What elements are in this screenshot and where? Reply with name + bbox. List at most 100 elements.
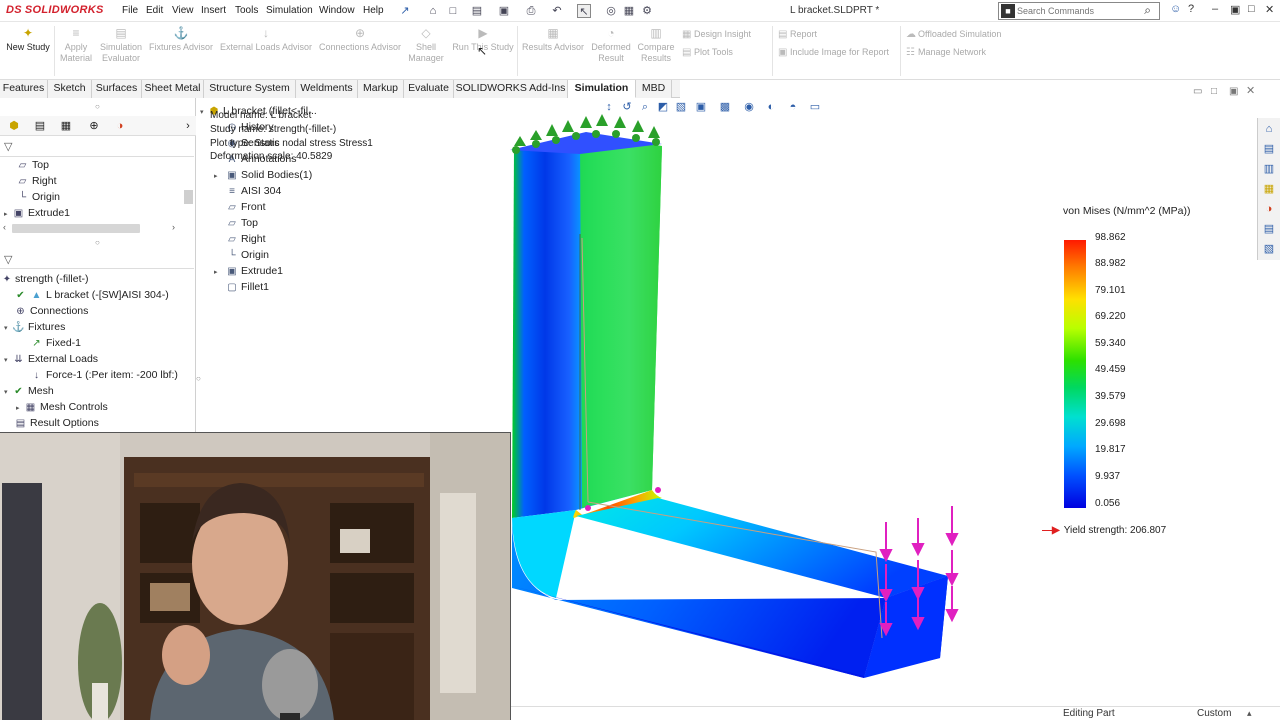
compare-results-button[interactable]: ▥ Compare Results [636, 26, 676, 64]
plot-tools-button[interactable]: ▤ Plot Tools [682, 47, 733, 58]
chevron-right-icon[interactable]: › [180, 119, 196, 133]
design-library-icon[interactable]: ▤ [1262, 142, 1276, 156]
expand-arrow-icon[interactable]: ▸ [214, 265, 226, 281]
flyout-tree-origin[interactable]: └ Origin [226, 247, 269, 263]
tree-item-top[interactable]: ▱ Top [16, 157, 49, 173]
feature-manager-tab-icon[interactable]: ⬢ [6, 119, 22, 133]
splitter-handle[interactable]: ○ [95, 102, 100, 111]
restore-icon[interactable]: ▣ [1230, 3, 1240, 16]
maximize-icon[interactable]: □ [1248, 3, 1255, 15]
dimxpert-tab-icon[interactable]: ⊕ [86, 119, 102, 133]
tree-item-force-1[interactable]: ↓ Force-1 (:Per item: -200 lbf:) [30, 367, 178, 383]
view-orientation-icon[interactable]: ▣ [694, 100, 708, 114]
new-study-button[interactable]: ✦ New Study [4, 26, 52, 53]
configuration-manager-tab-icon[interactable]: ▦ [58, 119, 74, 133]
tab-evaluate[interactable]: Evaluate [404, 80, 454, 98]
flyout-tree-material[interactable]: ≡ AISI 304 [226, 183, 281, 199]
tree-item-result-options[interactable]: ▤ Result Options [14, 415, 99, 431]
horizontal-scrollbar[interactable] [12, 224, 140, 233]
zoom-to-fit-icon[interactable]: ↕ [602, 100, 616, 114]
tree-item-connections[interactable]: ⊕ Connections [14, 303, 88, 319]
filter-icon[interactable]: ▽ [4, 253, 12, 266]
tree-item-origin[interactable]: └ Origin [16, 189, 60, 205]
menu-window[interactable]: Window [319, 5, 355, 16]
tab-markup[interactable]: Markup [358, 80, 404, 98]
pin-icon[interactable]: ↗ [398, 4, 412, 18]
file-explorer-icon[interactable]: ▥ [1262, 162, 1276, 176]
previous-view-icon[interactable]: ↺ [620, 100, 634, 114]
collapse-arrow-icon[interactable]: ▾ [4, 385, 12, 401]
tab-simulation[interactable]: Simulation [568, 80, 636, 98]
offloaded-simulation-button[interactable]: ☁ Offloaded Simulation [906, 29, 1001, 40]
tab-structure-system[interactable]: Structure System [204, 80, 296, 98]
viewport-close-icon[interactable]: ✕ [1246, 84, 1255, 97]
edit-appearance-icon[interactable]: ◐ [764, 100, 778, 114]
tab-surfaces[interactable]: Surfaces [92, 80, 142, 98]
collapse-arrow-icon[interactable]: ▾ [4, 353, 12, 369]
hide-show-icon[interactable]: ◉ [742, 100, 756, 114]
splitter-handle[interactable]: ○ [95, 238, 100, 247]
search-icon[interactable]: ⌕ [1144, 3, 1151, 18]
flyout-tree-right[interactable]: ▱ Right [226, 231, 265, 247]
user-icon[interactable]: ☺ [1170, 3, 1181, 15]
zoom-area-icon[interactable]: ⌕ [638, 100, 652, 114]
print-icon[interactable]: ⎙ [524, 4, 538, 18]
tab-mbd[interactable]: MBD [636, 80, 672, 98]
undo-icon[interactable]: ↶ [550, 4, 564, 18]
apply-scene-icon[interactable]: ◓ [786, 100, 800, 114]
tree-item-study[interactable]: ✦ strength (-fillet-) [2, 271, 89, 287]
menu-tools[interactable]: Tools [235, 5, 258, 16]
tree-item-right[interactable]: ▱ Right [16, 173, 57, 189]
tree-item-extrude1[interactable]: ▸ ▣ Extrude1 [4, 205, 70, 221]
search-scope-icon[interactable]: ■ [1001, 4, 1015, 18]
forum-icon[interactable]: ▧ [1262, 242, 1276, 256]
options-gear-icon[interactable]: ⚙ [640, 4, 654, 18]
shell-manager-button[interactable]: ◇ Shell Manager [406, 26, 446, 64]
menu-insert[interactable]: Insert [201, 5, 226, 16]
external-loads-advisor-button[interactable]: ↓ External Loads Advisor [218, 26, 314, 53]
minimize-icon[interactable]: – [1212, 3, 1218, 15]
status-units[interactable]: Custom [1197, 708, 1231, 719]
fixtures-advisor-button[interactable]: ⚓ Fixtures Advisor [148, 26, 214, 53]
simulation-evaluator-button[interactable]: ▤ Simulation Evaluator [98, 26, 144, 64]
property-manager-tab-icon[interactable]: ▤ [32, 119, 48, 133]
connections-advisor-button[interactable]: ⊕ Connections Advisor [316, 26, 404, 53]
include-image-button[interactable]: ▣ Include Image for Report [778, 47, 889, 58]
help-icon[interactable]: ? [1188, 3, 1194, 15]
menu-help[interactable]: Help [363, 5, 384, 16]
viewport-restore-icon[interactable]: ▭ [1193, 86, 1202, 97]
menu-simulation[interactable]: Simulation [266, 5, 313, 16]
select-arrow-icon[interactable]: ↖ [577, 4, 591, 18]
tab-features[interactable]: Features [0, 80, 48, 98]
solidworks-logo[interactable]: DS SOLIDWORKS [6, 4, 104, 16]
tree-item-mesh[interactable]: ▾ ✔ Mesh [4, 383, 54, 399]
tab-solidworks-add-ins[interactable]: SOLIDWORKS Add-Ins [454, 80, 568, 98]
manage-network-button[interactable]: ☷ Manage Network [906, 47, 986, 58]
viewport-tile-icon[interactable]: ▣ [1229, 86, 1238, 97]
flyout-tree-fillet1[interactable]: ▢ Fillet1 [226, 279, 269, 295]
flyout-tree-solid-bodies[interactable]: ▸ ▣ Solid Bodies(1) [214, 167, 312, 183]
view-settings-icon[interactable]: ▭ [808, 100, 822, 114]
home-icon[interactable]: ⌂ [426, 4, 440, 18]
menu-view[interactable]: View [172, 5, 194, 16]
solidworks-resources-icon[interactable]: ⌂ [1262, 122, 1276, 136]
scroll-left-icon[interactable]: ‹ [3, 222, 6, 232]
save-icon[interactable]: ▣ [497, 4, 511, 18]
report-button[interactable]: ▤ Report [778, 29, 817, 40]
flyout-tree-top[interactable]: ▱ Top [226, 215, 258, 231]
new-file-icon[interactable]: □ [446, 4, 460, 18]
tab-sheet-metal[interactable]: Sheet Metal [142, 80, 204, 98]
tree-item-part[interactable]: ✔ ▲ L bracket (-[SW]AISI 304-) [14, 287, 168, 303]
custom-properties-icon[interactable]: ▤ [1262, 222, 1276, 236]
collapse-arrow-icon[interactable]: ▾ [200, 105, 208, 121]
tree-item-fixed-1[interactable]: ↗ Fixed-1 [30, 335, 81, 351]
dynamic-annotation-icon[interactable]: ▧ [674, 100, 688, 114]
apply-material-button[interactable]: ≡ Apply Material [56, 26, 96, 64]
display-style-icon[interactable]: ▩ [718, 100, 732, 114]
expand-arrow-icon[interactable]: ▸ [4, 207, 12, 223]
design-insight-button[interactable]: ▦ Design Insight [682, 29, 751, 40]
section-view-icon[interactable]: ◩ [656, 100, 670, 114]
open-file-icon[interactable]: ▤ [470, 4, 484, 18]
results-advisor-button[interactable]: ▦ Results Advisor [520, 26, 586, 53]
appearances-icon[interactable]: ◑ [1262, 202, 1276, 216]
